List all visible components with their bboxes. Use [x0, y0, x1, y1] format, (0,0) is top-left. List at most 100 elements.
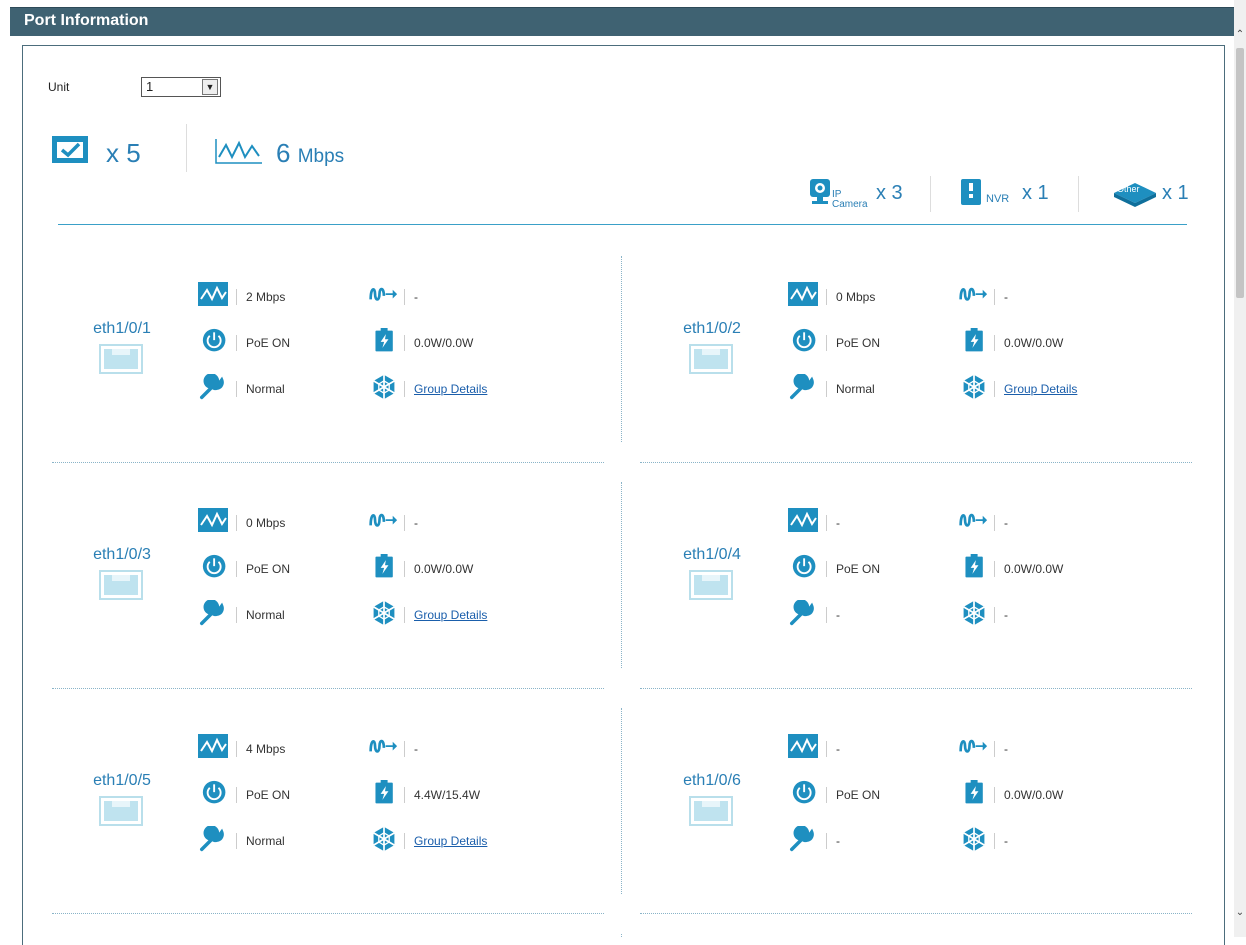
ethernet-port-icon — [689, 796, 733, 826]
link-count: x 5 — [106, 138, 141, 168]
flow-value: - — [404, 741, 418, 757]
flow-icon — [369, 287, 398, 301]
grid-divider — [640, 688, 1192, 689]
throughput-wave-icon — [215, 139, 262, 164]
ethernet-port-icon — [689, 344, 733, 374]
unit-label: Unit — [48, 80, 70, 94]
ip-camera-icon — [810, 179, 830, 204]
group-details-link[interactable]: Group Details — [404, 607, 487, 623]
divider — [1078, 176, 1079, 212]
ethernet-port-icon — [99, 796, 143, 826]
unit-select-value: 1 — [146, 79, 154, 94]
other-label: Other — [1117, 184, 1140, 194]
traffic-value: 2 Mbps — [236, 289, 285, 305]
page-title: Port Information — [24, 12, 149, 29]
other-count: x 1 — [1162, 182, 1189, 204]
flow-icon — [959, 287, 988, 301]
flow-value: - — [404, 289, 418, 305]
group-details-link[interactable]: Group Details — [404, 381, 487, 397]
wrench-icon — [200, 600, 224, 626]
wrench-icon — [790, 600, 814, 626]
scroll-down-arrow-icon[interactable]: ⌄ — [1234, 906, 1246, 920]
poe-status: PoE ON — [826, 335, 880, 351]
ethernet-port-icon — [99, 570, 143, 600]
group-details-link-text[interactable]: Group Details — [414, 382, 487, 396]
traffic-value: 0 Mbps — [236, 515, 285, 531]
grid-divider — [52, 688, 604, 689]
poe-status: PoE ON — [236, 335, 290, 351]
poe-status: PoE ON — [826, 561, 880, 577]
port-card-5: eth1/0/5 4 Mbps PoE ON Normal - 4.4W/15.… — [52, 706, 612, 914]
group-icon — [373, 826, 395, 852]
power-budget-icon — [375, 780, 393, 804]
grid-divider — [621, 256, 622, 442]
throughput-value: 6 — [276, 138, 291, 168]
poe-power-icon — [792, 328, 816, 352]
poe-status: PoE ON — [236, 561, 290, 577]
port-card-3: eth1/0/3 0 Mbps PoE ON Normal - 0.0W/0.0… — [52, 480, 612, 688]
power-value: 0.0W/0.0W — [994, 787, 1063, 803]
ethernet-port-icon — [689, 570, 733, 600]
power-budget-icon — [375, 328, 393, 352]
port-name: eth1/0/3 — [93, 546, 151, 563]
power-value: 0.0W/0.0W — [404, 561, 473, 577]
group-icon — [373, 600, 395, 626]
port-status: - — [826, 607, 840, 623]
port-card-1: eth1/0/1 2 Mbps PoE ON Normal - 0.0W/0.0… — [52, 254, 612, 462]
scroll-up-arrow-icon[interactable]: ⌃ — [1234, 28, 1246, 42]
group-icon — [963, 600, 985, 626]
group-details-link[interactable]: Group Details — [994, 381, 1077, 397]
ip-camera-label-bottom: Camera — [832, 199, 868, 210]
grid-divider — [621, 708, 622, 894]
group-details-link: - — [994, 833, 1008, 849]
grid-divider — [640, 462, 1192, 463]
port-name: eth1/0/6 — [683, 772, 741, 789]
unit-select[interactable]: 1 ▼ — [141, 77, 221, 97]
power-value: 4.4W/15.4W — [404, 787, 480, 803]
group-details-link[interactable]: Group Details — [404, 833, 487, 849]
group-details-link-text[interactable]: Group Details — [1004, 382, 1077, 396]
wrench-icon — [200, 374, 224, 400]
port-name: eth1/0/1 — [93, 320, 151, 337]
group-details-link-text[interactable]: Group Details — [414, 834, 487, 848]
throughput-unit: Mbps — [297, 146, 345, 167]
port-card-6: eth1/0/6 - PoE ON - - 0.0W/0.0W - — [642, 706, 1202, 914]
traffic-icon — [198, 734, 228, 758]
group-details-link-text[interactable]: Group Details — [414, 608, 487, 622]
traffic-value: - — [826, 515, 840, 531]
port-name: eth1/0/2 — [683, 320, 741, 337]
traffic-icon — [788, 508, 818, 532]
traffic-value: 4 Mbps — [236, 741, 285, 757]
flow-icon — [369, 513, 398, 527]
divider — [186, 124, 187, 172]
port-status: Normal — [236, 833, 285, 849]
traffic-icon — [788, 734, 818, 758]
ip-camera-count: x 3 — [876, 182, 903, 204]
scroll-thumb[interactable] — [1236, 48, 1244, 298]
poe-status: PoE ON — [236, 787, 290, 803]
flow-value: - — [994, 289, 1008, 305]
flow-value: - — [994, 515, 1008, 531]
summary-divider — [58, 224, 1187, 225]
poe-status: PoE ON — [826, 787, 880, 803]
port-status: Normal — [826, 381, 875, 397]
poe-power-icon — [202, 554, 226, 578]
group-icon — [373, 374, 395, 400]
port-name: eth1/0/4 — [683, 546, 741, 563]
poe-power-icon — [202, 780, 226, 804]
flow-value: - — [404, 515, 418, 531]
group-icon — [963, 826, 985, 852]
power-value: 0.0W/0.0W — [994, 561, 1063, 577]
traffic-value: - — [826, 741, 840, 757]
divider — [930, 176, 931, 212]
nvr-label: NVR — [986, 193, 1010, 205]
chevron-down-icon[interactable]: ▼ — [202, 79, 218, 95]
link-up-icon — [52, 136, 88, 163]
grid-divider — [621, 482, 622, 668]
title-bar: Port Information — [10, 7, 1234, 36]
grid-divider — [52, 462, 604, 463]
wrench-icon — [790, 826, 814, 852]
group-details-link: - — [994, 607, 1008, 623]
traffic-icon — [198, 508, 228, 532]
vertical-scrollbar[interactable]: ⌃ ⌄ — [1234, 0, 1246, 937]
